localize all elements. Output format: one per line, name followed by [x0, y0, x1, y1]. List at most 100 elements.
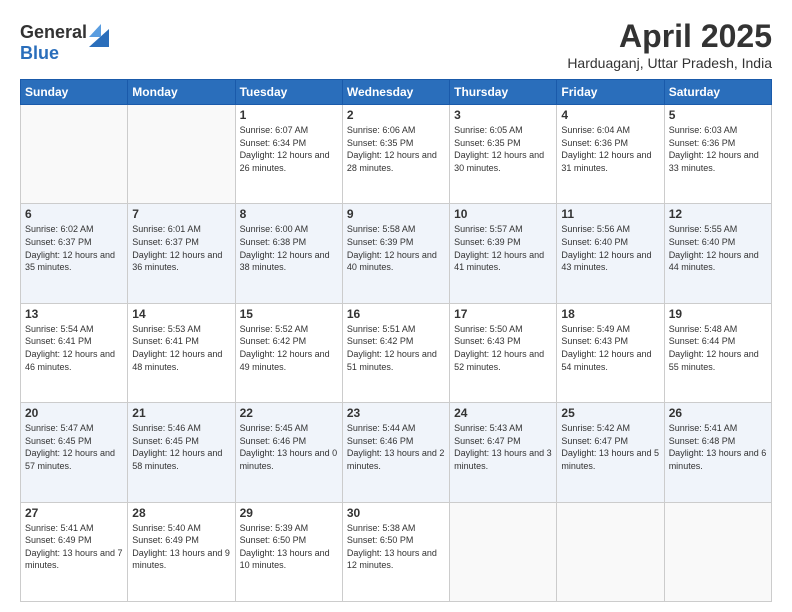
- cell-content: Sunrise: 6:01 AMSunset: 6:37 PMDaylight:…: [132, 223, 230, 273]
- header-tuesday: Tuesday: [235, 80, 342, 105]
- cell-content: Sunrise: 6:03 AMSunset: 6:36 PMDaylight:…: [669, 124, 767, 174]
- cell-content: Sunrise: 6:00 AMSunset: 6:38 PMDaylight:…: [240, 223, 338, 273]
- day-number: 28: [132, 506, 230, 520]
- table-row: 14Sunrise: 5:53 AMSunset: 6:41 PMDayligh…: [128, 303, 235, 402]
- cell-content: Sunrise: 5:54 AMSunset: 6:41 PMDaylight:…: [25, 323, 123, 373]
- day-number: 2: [347, 108, 445, 122]
- day-number: 15: [240, 307, 338, 321]
- day-number: 9: [347, 207, 445, 221]
- cell-content: Sunrise: 6:05 AMSunset: 6:35 PMDaylight:…: [454, 124, 552, 174]
- day-number: 29: [240, 506, 338, 520]
- day-number: 19: [669, 307, 767, 321]
- table-row: 26Sunrise: 5:41 AMSunset: 6:48 PMDayligh…: [664, 403, 771, 502]
- table-row: 29 Sunrise: 5:39 AMSunset: 6:50 PMDayligh…: [235, 502, 342, 601]
- logo: General Blue: [20, 18, 109, 64]
- table-row: 3 Sunrise: 6:05 AMSunset: 6:35 PMDaylight…: [450, 105, 557, 204]
- header-saturday: Saturday: [664, 80, 771, 105]
- day-number: 10: [454, 207, 552, 221]
- day-number: 21: [132, 406, 230, 420]
- calendar-table: Sunday Monday Tuesday Wednesday Thursday…: [20, 79, 772, 602]
- day-number: 13: [25, 307, 123, 321]
- table-row: 8Sunrise: 6:00 AMSunset: 6:38 PMDaylight…: [235, 204, 342, 303]
- cell-content: Sunrise: 5:39 AMSunset: 6:50 PMDaylight:…: [240, 522, 338, 572]
- cell-content: Sunrise: 6:02 AMSunset: 6:37 PMDaylight:…: [25, 223, 123, 273]
- header-wednesday: Wednesday: [342, 80, 449, 105]
- table-row: 12 Sunrise: 5:55 AMSunset: 6:40 PMDayligh…: [664, 204, 771, 303]
- page: General Blue April 2025 Harduaganj, Utta…: [0, 0, 792, 612]
- header: General Blue April 2025 Harduaganj, Utta…: [20, 18, 772, 71]
- cell-content: Sunrise: 5:41 AMSunset: 6:49 PMDaylight:…: [25, 522, 123, 572]
- cell-content: Sunrise: 5:47 AMSunset: 6:45 PMDaylight:…: [25, 422, 123, 472]
- table-row: 5 Sunrise: 6:03 AMSunset: 6:36 PMDaylight…: [664, 105, 771, 204]
- cell-content: Sunrise: 5:52 AMSunset: 6:42 PMDaylight:…: [240, 323, 338, 373]
- calendar-week-row: 20 Sunrise: 5:47 AMSunset: 6:45 PMDayligh…: [21, 403, 772, 502]
- day-number: 25: [561, 406, 659, 420]
- calendar-week-row: 1 Sunrise: 6:07 AMSunset: 6:34 PMDaylight…: [21, 105, 772, 204]
- day-number: 7: [132, 207, 230, 221]
- table-row: 4Sunrise: 6:04 AMSunset: 6:36 PMDaylight…: [557, 105, 664, 204]
- day-number: 6: [25, 207, 123, 221]
- calendar-week-row: 27Sunrise: 5:41 AMSunset: 6:49 PMDayligh…: [21, 502, 772, 601]
- cell-content: Sunrise: 5:55 AMSunset: 6:40 PMDaylight:…: [669, 223, 767, 273]
- table-row: 25 Sunrise: 5:42 AMSunset: 6:47 PMDayligh…: [557, 403, 664, 502]
- cell-content: Sunrise: 5:41 AMSunset: 6:48 PMDaylight:…: [669, 422, 767, 472]
- cell-content: Sunrise: 5:46 AMSunset: 6:45 PMDaylight:…: [132, 422, 230, 472]
- cell-content: Sunrise: 5:38 AMSunset: 6:50 PMDaylight:…: [347, 522, 445, 572]
- logo-text: General Blue: [20, 18, 109, 64]
- table-row: [557, 502, 664, 601]
- day-number: 11: [561, 207, 659, 221]
- table-row: 15 Sunrise: 5:52 AMSunset: 6:42 PMDayligh…: [235, 303, 342, 402]
- table-row: 19Sunrise: 5:48 AMSunset: 6:44 PMDayligh…: [664, 303, 771, 402]
- day-number: 24: [454, 406, 552, 420]
- day-number: 16: [347, 307, 445, 321]
- table-row: 1 Sunrise: 6:07 AMSunset: 6:34 PMDaylight…: [235, 105, 342, 204]
- cell-content: Sunrise: 5:45 AMSunset: 6:46 PMDaylight:…: [240, 422, 338, 472]
- logo-general: General: [20, 23, 87, 43]
- calendar-header-row: Sunday Monday Tuesday Wednesday Thursday…: [21, 80, 772, 105]
- table-row: 11 Sunrise: 5:56 AMSunset: 6:40 PMDayligh…: [557, 204, 664, 303]
- day-number: 3: [454, 108, 552, 122]
- header-friday: Friday: [557, 80, 664, 105]
- table-row: 6 Sunrise: 6:02 AMSunset: 6:37 PMDaylight…: [21, 204, 128, 303]
- day-number: 4: [561, 108, 659, 122]
- table-row: 28 Sunrise: 5:40 AMSunset: 6:49 PMDayligh…: [128, 502, 235, 601]
- cell-content: Sunrise: 5:53 AMSunset: 6:41 PMDaylight:…: [132, 323, 230, 373]
- cell-content: Sunrise: 5:40 AMSunset: 6:49 PMDaylight:…: [132, 522, 230, 572]
- subtitle: Harduaganj, Uttar Pradesh, India: [567, 55, 772, 71]
- header-thursday: Thursday: [450, 80, 557, 105]
- table-row: 17Sunrise: 5:50 AMSunset: 6:43 PMDayligh…: [450, 303, 557, 402]
- table-row: 10 Sunrise: 5:57 AMSunset: 6:39 PMDayligh…: [450, 204, 557, 303]
- table-row: 30 Sunrise: 5:38 AMSunset: 6:50 PMDayligh…: [342, 502, 449, 601]
- header-monday: Monday: [128, 80, 235, 105]
- day-number: 23: [347, 406, 445, 420]
- cell-content: Sunrise: 5:57 AMSunset: 6:39 PMDaylight:…: [454, 223, 552, 273]
- table-row: 16Sunrise: 5:51 AMSunset: 6:42 PMDayligh…: [342, 303, 449, 402]
- cell-content: Sunrise: 5:44 AMSunset: 6:46 PMDaylight:…: [347, 422, 445, 472]
- table-row: 2 Sunrise: 6:06 AMSunset: 6:35 PMDaylight…: [342, 105, 449, 204]
- title-block: April 2025 Harduaganj, Uttar Pradesh, In…: [567, 18, 772, 71]
- table-row: 24 Sunrise: 5:43 AMSunset: 6:47 PMDayligh…: [450, 403, 557, 502]
- table-row: [664, 502, 771, 601]
- day-number: 12: [669, 207, 767, 221]
- day-number: 20: [25, 406, 123, 420]
- table-row: 27Sunrise: 5:41 AMSunset: 6:49 PMDayligh…: [21, 502, 128, 601]
- day-number: 18: [561, 307, 659, 321]
- calendar-week-row: 6 Sunrise: 6:02 AMSunset: 6:37 PMDaylight…: [21, 204, 772, 303]
- day-number: 1: [240, 108, 338, 122]
- table-row: 7 Sunrise: 6:01 AMSunset: 6:37 PMDaylight…: [128, 204, 235, 303]
- table-row: 21 Sunrise: 5:46 AMSunset: 6:45 PMDayligh…: [128, 403, 235, 502]
- calendar-week-row: 13 Sunrise: 5:54 AMSunset: 6:41 PMDayligh…: [21, 303, 772, 402]
- cell-content: Sunrise: 5:42 AMSunset: 6:47 PMDaylight:…: [561, 422, 659, 472]
- day-number: 5: [669, 108, 767, 122]
- table-row: 23 Sunrise: 5:44 AMSunset: 6:46 PMDayligh…: [342, 403, 449, 502]
- cell-content: Sunrise: 5:58 AMSunset: 6:39 PMDaylight:…: [347, 223, 445, 273]
- cell-content: Sunrise: 6:07 AMSunset: 6:34 PMDaylight:…: [240, 124, 338, 174]
- cell-content: Sunrise: 5:43 AMSunset: 6:47 PMDaylight:…: [454, 422, 552, 472]
- table-row: 9 Sunrise: 5:58 AMSunset: 6:39 PMDaylight…: [342, 204, 449, 303]
- cell-content: Sunrise: 6:06 AMSunset: 6:35 PMDaylight:…: [347, 124, 445, 174]
- cell-content: Sunrise: 5:56 AMSunset: 6:40 PMDaylight:…: [561, 223, 659, 273]
- table-row: 13 Sunrise: 5:54 AMSunset: 6:41 PMDayligh…: [21, 303, 128, 402]
- table-row: [450, 502, 557, 601]
- day-number: 30: [347, 506, 445, 520]
- table-row: 20 Sunrise: 5:47 AMSunset: 6:45 PMDayligh…: [21, 403, 128, 502]
